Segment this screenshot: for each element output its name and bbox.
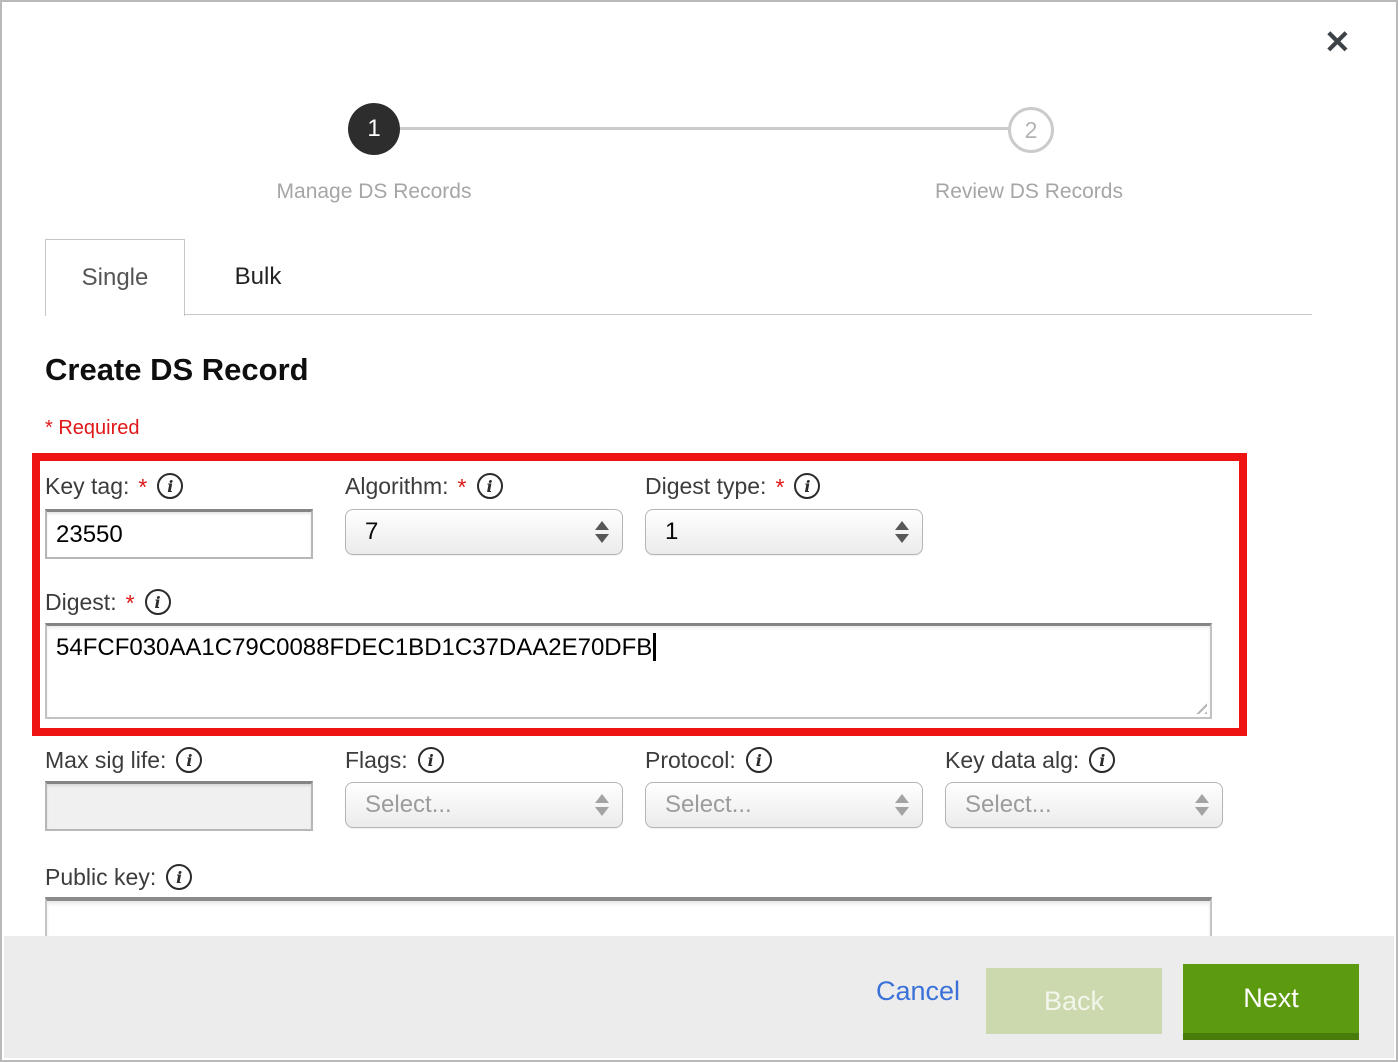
digest-value: 54FCF030AA1C79C0088FDEC1BD1C37DAA2E70DFB [56,634,652,661]
flags-select-value: Select... [365,791,452,819]
stepper-connector-line [398,127,1010,130]
step-1-label: Manage DS Records [214,180,534,204]
key-data-alg-select[interactable]: Select... [945,782,1223,828]
digest-info-icon[interactable]: i [145,589,171,615]
cancel-button[interactable]: Cancel [876,976,960,1007]
key-tag-info-icon[interactable]: i [157,473,183,499]
tab-bulk[interactable]: Bulk [186,240,330,314]
protocol-label-text: Protocol: [645,747,736,774]
modal-footer: Cancel Back Next [4,936,1394,1058]
protocol-select-value: Select... [665,791,752,819]
key-data-alg-info-icon[interactable]: i [1089,747,1115,773]
public-key-label-text: Public key: [45,864,156,891]
flags-info-icon[interactable]: i [418,747,444,773]
public-key-textarea[interactable] [45,897,1212,939]
tab-single-label: Single [82,264,149,292]
key-tag-label: Key tag: * i [45,470,183,502]
algorithm-label: Algorithm: * i [345,470,503,502]
flags-select[interactable]: Select... [345,782,623,828]
key-tag-required-asterisk: * [138,474,147,501]
required-text: Required [58,417,139,439]
digest-type-label: Digest type: * i [645,470,820,502]
digest-type-required-asterisk: * [775,474,784,501]
step-2-indicator: 2 [1008,107,1054,153]
key-tag-label-text: Key tag: [45,473,129,500]
select-spinner-icon [895,794,909,816]
tab-bulk-label: Bulk [235,263,282,291]
public-key-label: Public key: i [45,861,192,893]
algorithm-select[interactable]: 7 [345,509,623,555]
tab-bottom-border [45,314,1312,315]
algorithm-select-value: 7 [365,518,378,546]
step-1-number: 1 [367,115,380,143]
digest-required-asterisk: * [126,590,135,617]
digest-type-select-value: 1 [665,518,678,546]
key-data-alg-select-value: Select... [965,791,1052,819]
flags-label: Flags: i [345,744,444,776]
back-button[interactable]: Back [986,968,1162,1034]
key-data-alg-label: Key data alg: i [945,744,1115,776]
tab-single[interactable]: Single [45,239,185,316]
max-sig-life-info-icon[interactable]: i [176,747,202,773]
algorithm-info-icon[interactable]: i [477,473,503,499]
digest-label: Digest: * i [45,586,171,618]
max-sig-life-label: Max sig life: i [45,744,202,776]
page-title: Create DS Record [45,352,309,388]
public-key-info-icon[interactable]: i [166,864,192,890]
key-data-alg-label-text: Key data alg: [945,747,1079,774]
protocol-info-icon[interactable]: i [746,747,772,773]
close-icon[interactable]: ✕ [1324,26,1351,58]
max-sig-life-input[interactable] [45,781,313,831]
step-2-number: 2 [1025,117,1038,144]
protocol-select[interactable]: Select... [645,782,923,828]
algorithm-required-asterisk: * [458,474,467,501]
create-ds-record-modal: ✕ 1 2 Manage DS Records Review DS Record… [0,0,1398,1062]
required-note: * Required [45,417,140,440]
algorithm-label-text: Algorithm: [345,473,449,500]
digest-type-label-text: Digest type: [645,473,766,500]
resize-handle-icon[interactable] [1192,699,1207,714]
digest-label-text: Digest: [45,589,117,616]
protocol-label: Protocol: i [645,744,772,776]
next-button[interactable]: Next [1183,964,1359,1040]
select-spinner-icon [595,521,609,543]
select-spinner-icon [895,521,909,543]
digest-type-info-icon[interactable]: i [794,473,820,499]
step-2-label: Review DS Records [869,180,1189,204]
text-caret [653,633,656,661]
digest-textarea[interactable]: 54FCF030AA1C79C0088FDEC1BD1C37DAA2E70DFB [45,623,1212,719]
key-tag-input[interactable] [45,509,313,559]
max-sig-life-label-text: Max sig life: [45,747,166,774]
select-spinner-icon [595,794,609,816]
digest-type-select[interactable]: 1 [645,509,923,555]
step-1-indicator: 1 [348,103,400,155]
flags-label-text: Flags: [345,747,408,774]
select-spinner-icon [1195,794,1209,816]
required-asterisk: * [45,417,53,439]
